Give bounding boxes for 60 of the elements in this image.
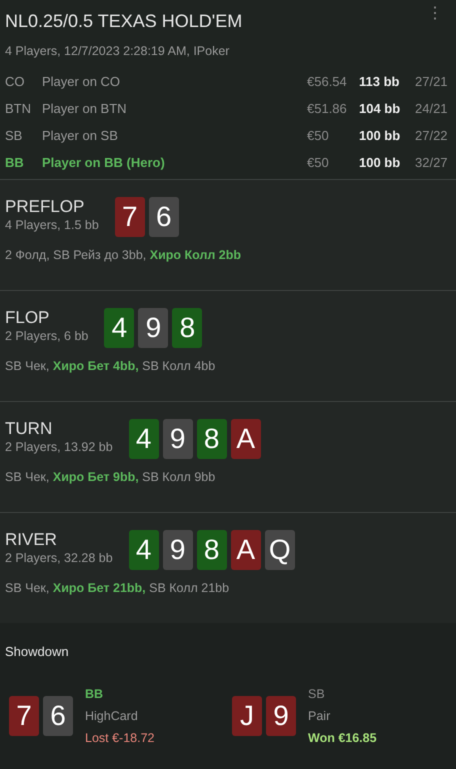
street-name: RIVER (5, 530, 58, 550)
player-stack-bb: 113 bb (359, 72, 400, 90)
more-menu-button[interactable]: ⋮ (425, 6, 445, 22)
player-position: BB (5, 154, 25, 172)
player-stack: €56.54 (307, 72, 348, 90)
player-name: Player on BTN (42, 100, 128, 118)
playing-card: J (232, 696, 262, 736)
player-position: CO (5, 72, 26, 90)
player-stats: 27/21 (415, 72, 449, 90)
street-actions: SB Чек, Хиро Бет 4bb, SB Колл 4bb (5, 358, 216, 375)
playing-card: 9 (138, 308, 168, 348)
hand-rank: Pair (308, 708, 332, 726)
hand-title: NL0.25/0.5 TEXAS HOLD'EM (5, 10, 242, 33)
hand-result: Lost €-18.72 (85, 730, 154, 748)
hand-result: Won €16.85 (308, 730, 377, 748)
playing-card: 7 (9, 696, 39, 736)
showdown-position: BB (85, 686, 104, 704)
player-name: Player on SB (42, 126, 119, 145)
street-actions: SB Чек, Хиро Бет 9bb, SB Колл 9bb (5, 468, 216, 486)
showdown-position: SB (308, 686, 326, 704)
playing-card: 8 (172, 308, 202, 348)
playing-card: 6 (148, 196, 179, 237)
playing-card: 4 (128, 418, 159, 459)
player-stats: 27/22 (415, 126, 449, 144)
playing-card: 8 (196, 530, 227, 570)
playing-card: 4 (128, 530, 159, 570)
playing-card: 8 (196, 418, 227, 459)
playing-card: 4 (104, 308, 134, 348)
street-info: 2 Players, 13.92 bb (5, 438, 113, 455)
playing-card: 6 (43, 696, 73, 736)
player-stack: €50 (307, 126, 330, 144)
hand-subtitle: 4 Players, 12/7/2023 2:28:19 AM, IPoker (5, 43, 230, 60)
player-stats: 24/21 (415, 100, 449, 118)
playing-card: 9 (162, 418, 193, 459)
player-stack: €50 (307, 154, 330, 172)
playing-card: 9 (266, 696, 296, 736)
player-name: Player on BB (Hero) (42, 154, 166, 172)
street-actions: SB Чек, Хиро Бет 21bb, SB Колл 21bb (5, 580, 230, 597)
playing-card: 7 (114, 196, 145, 237)
showdown-title: Showdown (5, 642, 70, 661)
player-stack-bb: 104 bb (359, 100, 402, 118)
playing-card: A (230, 530, 261, 570)
street-info: 2 Players, 6 bb (5, 328, 88, 344)
player-stack-bb: 100 bb (359, 126, 402, 144)
player-position: SB (5, 126, 24, 144)
street-name: PREFLOP (5, 196, 86, 217)
player-name: Player on CO (42, 72, 122, 91)
player-stats: 32/27 (415, 154, 449, 172)
player-position: BTN (5, 100, 32, 118)
street-info: 2 Players, 32.28 bb (5, 550, 113, 566)
hand-rank: HighCard (85, 708, 139, 726)
playing-card: 9 (162, 530, 193, 570)
player-stack-bb: 100 bb (359, 154, 402, 172)
street-name: FLOP (5, 308, 50, 328)
street-name: TURN (5, 418, 54, 439)
player-stack: €51.86 (307, 100, 348, 118)
playing-card: A (230, 418, 261, 459)
street-info: 4 Players, 1.5 bb (5, 216, 99, 233)
street-actions: 2 Фолд, SB Рейз до 3bb, Хиро Колл 2bb (5, 246, 242, 264)
playing-card: Q (264, 530, 295, 570)
